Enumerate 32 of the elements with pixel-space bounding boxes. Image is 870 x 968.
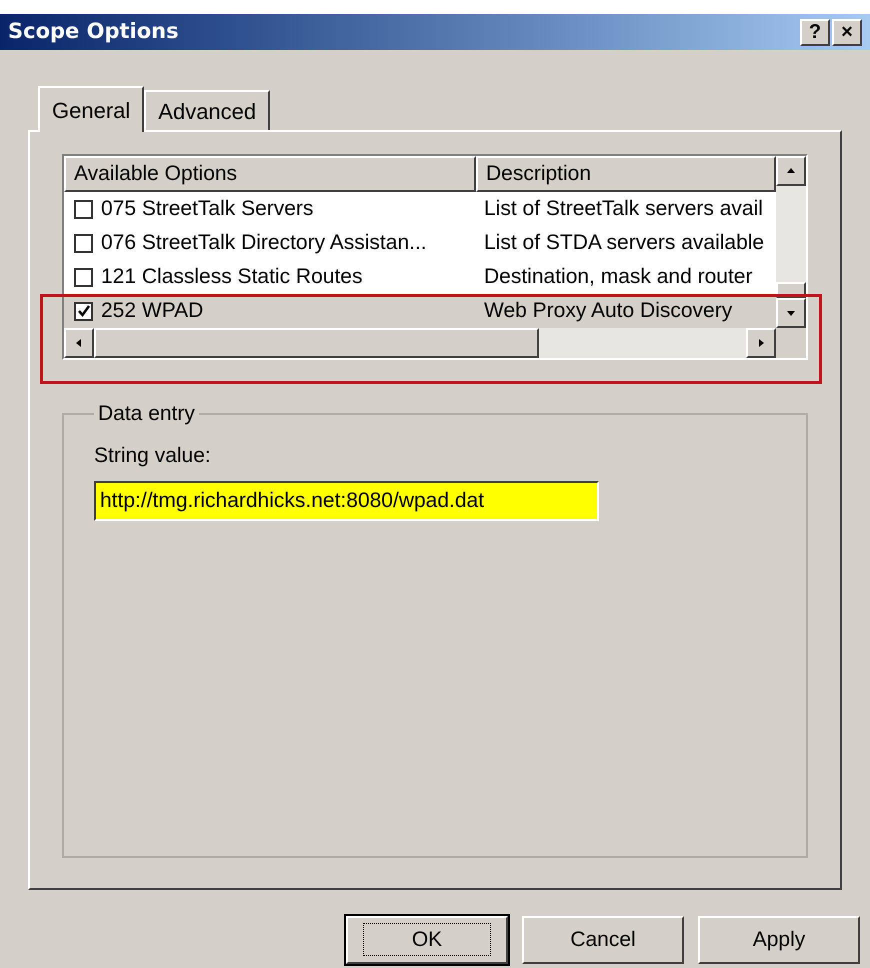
field-label: String value: [94,442,212,468]
dialog-button[interactable]: Apply [698,916,860,964]
option-name: 076 StreetTalk Directory Assistan... [101,230,427,256]
option-description: Destination, mask and router [483,264,752,290]
scroll-left-button[interactable] [64,328,94,358]
dialog-button[interactable]: OK [346,916,508,964]
option-description: Web Proxy Auto Discovery [483,298,732,324]
column-header[interactable]: Description [476,156,776,192]
scroll-thumb[interactable] [94,328,539,358]
tab[interactable]: General [38,86,144,132]
tab[interactable]: Advanced [144,90,270,130]
checkbox[interactable] [74,268,93,286]
checkbox[interactable] [74,200,93,218]
list-row[interactable]: 252 WPAD Web Proxy Auto Discovery [64,294,776,328]
checkbox[interactable] [74,302,93,320]
scroll-up-button[interactable] [776,156,806,186]
group-title: Data entry [97,401,196,427]
option-name: 121 Classless Static Routes [101,264,362,290]
option-name: 075 StreetTalk Servers [101,196,314,222]
option-description: List of StreetTalk servers avail [483,196,763,222]
title-bar-button[interactable]: × [832,18,862,46]
scrollbar-corner [776,328,806,358]
dialog-button[interactable]: Cancel [522,916,684,964]
option-description: List of STDA servers available [483,230,764,256]
scroll-right-button[interactable] [746,328,776,358]
scroll-down-button[interactable] [776,298,806,328]
checkbox[interactable] [74,234,93,252]
column-header[interactable]: Available Options [64,156,476,192]
window-title: Scope Options [8,18,179,46]
option-name: 252 WPAD [101,298,204,324]
input-field[interactable]: http://tmg.richardhicks.net:8080/wpad.dat [94,481,599,521]
title-bar-button[interactable]: ? [800,18,830,46]
